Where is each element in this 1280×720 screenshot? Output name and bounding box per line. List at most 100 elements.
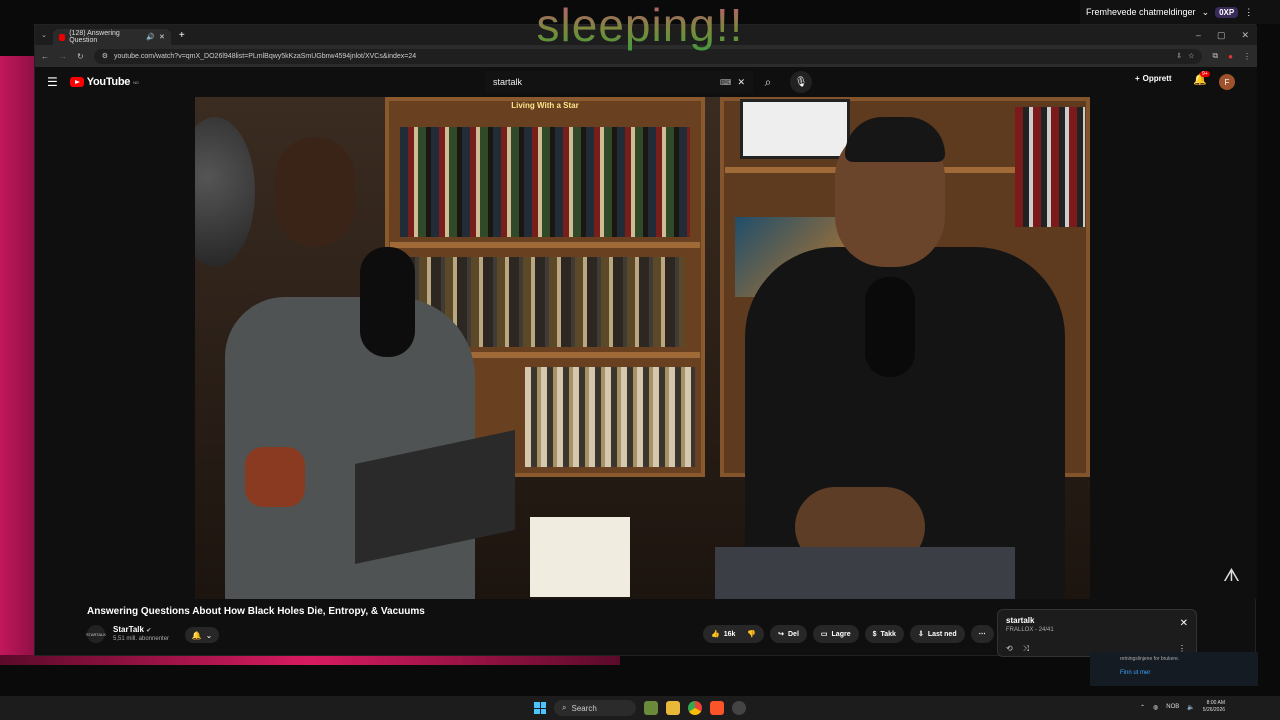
tray-chevron-icon[interactable]: ⌃ xyxy=(1140,704,1145,711)
volume-icon[interactable]: 🔈 xyxy=(1187,704,1194,711)
reload-icon[interactable]: ↻ xyxy=(77,52,84,61)
avatar[interactable]: F xyxy=(1219,74,1235,90)
create-button[interactable]: + Opprett xyxy=(1135,74,1172,83)
like-count: 16k xyxy=(723,630,736,638)
close-tab-icon[interactable]: ✕ xyxy=(159,33,165,41)
youtube-logo-text: YouTube xyxy=(86,76,131,88)
taskbar: ⌕ Search xyxy=(0,696,1280,720)
video-player[interactable]: Living With a Star xyxy=(195,97,1090,599)
search-value: startalk xyxy=(493,77,523,87)
clear-search-icon[interactable]: ✕ xyxy=(737,77,745,88)
video-actions: 👍 16k 👎 ↪ Del ▭ Lagre $ Takk ⇩ Last ned … xyxy=(703,625,994,643)
clock-time: 8:00 AM xyxy=(1206,700,1226,706)
clock[interactable]: 8:00 AM 5/26/2026 xyxy=(1203,700,1225,714)
stream-chat-bar[interactable]: Fremhevede chatmeldinger ⌄ 0XP ⋮ xyxy=(1080,0,1280,24)
close-icon[interactable]: ✕ xyxy=(1180,618,1188,629)
video-letterbox-left xyxy=(35,97,195,599)
thumbs-up-icon: 👍 xyxy=(711,631,720,638)
share-label: Del xyxy=(788,630,799,638)
tab-youtube[interactable]: (128) Answering Question 🔊 ✕ xyxy=(52,29,171,45)
audio-icon[interactable]: 🔊 xyxy=(146,33,155,41)
system-tray: ⌃ ◍ NOB 🔈 8:00 AM 5/26/2026 xyxy=(1140,700,1225,714)
minimize-button[interactable]: – xyxy=(1196,30,1201,41)
stream-pink-panel xyxy=(0,56,36,664)
search-icon: ⌕ xyxy=(562,703,567,712)
windows-start-icon[interactable] xyxy=(534,702,546,714)
youtube-play-icon xyxy=(69,77,84,87)
new-tab-button[interactable]: + xyxy=(179,30,185,41)
verified-icon: ✔ xyxy=(146,628,152,634)
browser-window: ⌄ (128) Answering Question 🔊 ✕ + – ▢ ✕ ←… xyxy=(34,24,1257,657)
thanks-icon: $ xyxy=(872,630,877,638)
like-button[interactable]: 👍 16k 👎 xyxy=(703,625,765,643)
plus-icon: + xyxy=(1135,74,1140,83)
stream-pink-strip xyxy=(0,655,620,665)
promo-panel: retningslinjene for brukere. Finn ut mer xyxy=(1090,652,1258,686)
tray-app-icon[interactable]: ◍ xyxy=(1153,704,1158,711)
channel-name[interactable]: StarTalk ✔ xyxy=(113,625,151,634)
hamburger-menu-icon[interactable]: ☰ xyxy=(47,75,58,89)
loop-icon[interactable]: ⟲ xyxy=(1006,644,1013,654)
subscription-bell-button[interactable]: 🔔 ⌄ xyxy=(185,627,219,643)
shuffle-icon[interactable]: ⤨ xyxy=(1023,644,1029,654)
share-button[interactable]: ↪ Del xyxy=(770,625,807,643)
taskbar-search-label: Search xyxy=(571,703,597,713)
extensions-icon[interactable]: ⧉ xyxy=(1212,51,1218,61)
download-label: Last ned xyxy=(927,630,957,638)
microphone-icon: 🎙 xyxy=(794,76,808,88)
dislike-icon[interactable]: 👎 xyxy=(747,630,756,638)
bookmark-star-icon[interactable]: ☆ xyxy=(1188,52,1194,60)
stream-overlay-text: sleeping!! xyxy=(470,0,810,52)
url-text: youtube.com/watch?v=qmX_DO26l948list=PLm… xyxy=(113,52,417,60)
chevron-down-icon: ⌄ xyxy=(205,630,213,640)
lang-indicator[interactable]: NOB xyxy=(1166,704,1179,710)
search-icon: ⌕ xyxy=(764,74,772,89)
site-info-icon[interactable]: ⚙ xyxy=(102,52,108,60)
more-horizontal-icon: ⋯ xyxy=(978,631,986,638)
brave-icon[interactable] xyxy=(710,701,724,715)
bookshelf-banner: Living With a Star xyxy=(511,101,579,110)
playlist-panel[interactable]: startalk FRALLOX - 24/41 ✕ ⟲ ⤨ ⋮ xyxy=(997,609,1197,657)
voice-search-button[interactable]: 🎙 xyxy=(790,71,812,93)
more-actions-button[interactable]: ⋯ xyxy=(970,625,994,643)
startalk-watermark-icon: ᗑ xyxy=(1223,565,1240,585)
forward-icon[interactable]: → xyxy=(59,52,67,61)
thanks-label: Takk xyxy=(880,630,896,638)
youtube-region: NO xyxy=(133,79,139,85)
back-icon[interactable]: ← xyxy=(41,52,49,61)
widgets-icon[interactable] xyxy=(644,701,658,715)
playlist-controls: ⟲ ⤨ xyxy=(1006,644,1029,654)
chevron-down-icon[interactable]: ⌄ xyxy=(1202,7,1210,18)
tab-search-icon[interactable]: ⌄ xyxy=(41,31,47,39)
keyboard-icon[interactable]: ⌨ xyxy=(720,78,732,87)
tab-title: (128) Answering Question xyxy=(69,30,120,44)
chat-label: Fremhevede chatmeldinger xyxy=(1086,7,1196,17)
search-input[interactable]: startalk ⌨ ✕ xyxy=(485,71,753,93)
bell-icon: 🔔 xyxy=(191,630,202,640)
notification-count: 9+ xyxy=(1200,71,1210,77)
app-icon[interactable] xyxy=(732,701,746,715)
share-icon: ↪ xyxy=(778,631,784,638)
more-icon[interactable]: ⋮ xyxy=(1244,7,1253,18)
channel-avatar[interactable]: STARTALK xyxy=(86,625,106,643)
save-button[interactable]: ▭ Lagre xyxy=(812,625,859,643)
close-window-button[interactable]: ✕ xyxy=(1241,30,1249,41)
search-button[interactable]: ⌕ xyxy=(753,71,783,93)
playlist-title: startalk xyxy=(1006,616,1035,625)
menu-icon[interactable]: ⋮ xyxy=(1243,52,1251,61)
maximize-button[interactable]: ▢ xyxy=(1217,30,1226,41)
thanks-button[interactable]: $ Takk xyxy=(864,625,904,643)
youtube-logo[interactable]: YouTube NO xyxy=(69,76,139,88)
video-letterbox-right xyxy=(1090,97,1257,599)
file-explorer-icon[interactable] xyxy=(666,701,680,715)
install-icon[interactable]: ⇩ xyxy=(1176,52,1182,60)
clock-date: 5/26/2026 xyxy=(1202,707,1226,713)
taskbar-search[interactable]: ⌕ Search xyxy=(554,700,636,716)
chrome-icon[interactable] xyxy=(688,701,702,715)
download-button[interactable]: ⇩ Last ned xyxy=(909,625,965,643)
profile-icon[interactable]: ● xyxy=(1228,52,1233,61)
learn-more-link[interactable]: Finn ut mer xyxy=(1120,670,1228,676)
youtube-favicon-icon xyxy=(58,33,66,41)
save-icon: ▭ xyxy=(820,631,828,638)
download-icon: ⇩ xyxy=(917,631,924,638)
